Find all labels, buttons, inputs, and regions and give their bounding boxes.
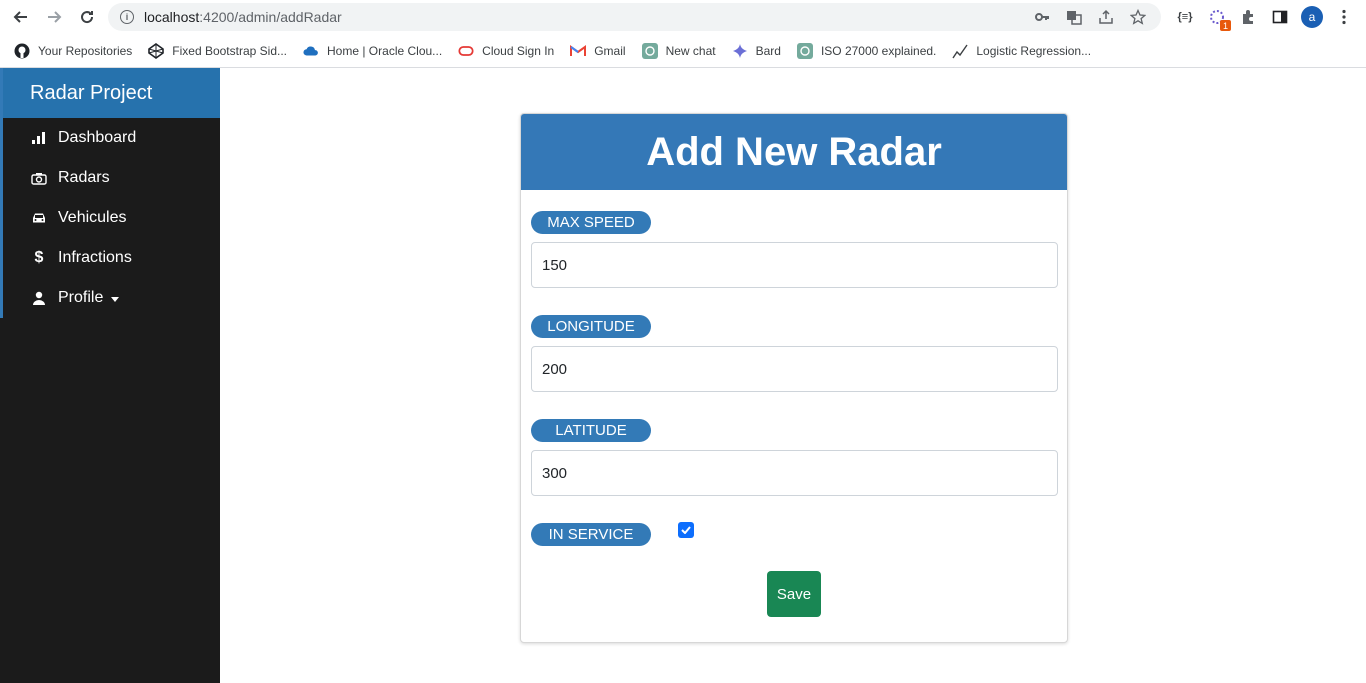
sidebar-item-vehicules[interactable]: Vehicules bbox=[0, 198, 220, 238]
bar-chart-icon bbox=[30, 132, 48, 144]
chatgpt-icon bbox=[796, 42, 813, 59]
url-text[interactable]: localhost:4200/admin/addRadar bbox=[144, 9, 342, 25]
longitude-field: LONGITUDE bbox=[531, 315, 1058, 392]
bookmark-label: Gmail bbox=[594, 43, 626, 58]
brand-title[interactable]: Radar Project bbox=[0, 68, 220, 118]
translate-icon[interactable] bbox=[1065, 8, 1083, 26]
user-icon bbox=[30, 291, 48, 305]
sidebar-item-profile[interactable]: Profile bbox=[0, 278, 220, 318]
sidebar-item-label: Profile bbox=[58, 289, 104, 306]
bookmark-cloud-sign-in[interactable]: Cloud Sign In bbox=[458, 43, 554, 59]
sidebar-item-label: Vehicules bbox=[58, 209, 127, 226]
car-icon bbox=[30, 212, 48, 224]
bookmark-bard[interactable]: Bard bbox=[732, 43, 781, 59]
url-path: :4200/admin/addRadar bbox=[199, 9, 342, 25]
camera-icon bbox=[30, 172, 48, 185]
save-button[interactable]: Save bbox=[767, 571, 821, 617]
star-icon[interactable] bbox=[1129, 8, 1147, 26]
menu-kebab-icon[interactable] bbox=[1333, 6, 1355, 28]
bookmark-label: Your Repositories bbox=[38, 43, 133, 58]
max-speed-label: MAX SPEED bbox=[531, 211, 651, 234]
chatgpt-icon bbox=[641, 42, 658, 59]
sidebar-item-label: Dashboard bbox=[58, 129, 137, 146]
browser-toolbar: i localhost:4200/admin/addRadar {≡} 1 a bbox=[0, 0, 1366, 34]
checkmark-icon bbox=[681, 526, 691, 534]
bookmark-label: Fixed Bootstrap Sid... bbox=[172, 43, 288, 58]
add-radar-card: Add New Radar MAX SPEED LONGITUDE LATITU… bbox=[520, 113, 1068, 643]
latitude-input[interactable] bbox=[531, 450, 1058, 496]
extension-badge: 1 bbox=[1220, 20, 1231, 31]
bookmark-oracle-home[interactable]: Home | Oracle Clou... bbox=[303, 43, 442, 59]
bookmark-label: Cloud Sign In bbox=[482, 43, 555, 58]
codepen-icon bbox=[148, 42, 165, 59]
latitude-label: LATITUDE bbox=[531, 419, 651, 442]
in-service-field: IN SERVICE bbox=[531, 522, 1058, 546]
cloud-icon bbox=[303, 43, 319, 59]
longitude-input[interactable] bbox=[531, 346, 1058, 392]
side-panel-icon[interactable] bbox=[1269, 6, 1291, 28]
sidebar-item-label: Radars bbox=[58, 169, 110, 186]
sidebar: Radar Project Dashboard Radars Vehicules… bbox=[0, 68, 220, 683]
github-icon bbox=[14, 43, 30, 59]
puzzle-icon[interactable] bbox=[1237, 6, 1259, 28]
bookmark-label: Logistic Regression... bbox=[976, 43, 1092, 58]
share-icon[interactable] bbox=[1097, 8, 1115, 26]
app-root: Radar Project Dashboard Radars Vehicules… bbox=[0, 68, 1366, 683]
latitude-field: LATITUDE bbox=[531, 419, 1058, 496]
back-arrow-icon[interactable] bbox=[10, 6, 32, 28]
url-host: localhost bbox=[144, 9, 200, 25]
chart-icon bbox=[952, 43, 968, 59]
max-speed-input[interactable] bbox=[531, 242, 1058, 288]
reload-icon[interactable] bbox=[76, 6, 98, 28]
bookmark-gmail[interactable]: Gmail bbox=[570, 43, 626, 59]
json-extension-icon[interactable]: {≡} bbox=[1174, 6, 1196, 28]
gmail-icon bbox=[570, 43, 587, 59]
sidebar-item-dashboard[interactable]: Dashboard bbox=[0, 118, 220, 158]
info-icon[interactable]: i bbox=[120, 10, 134, 24]
in-service-checkbox[interactable] bbox=[678, 522, 694, 538]
bookmark-label: Bard bbox=[755, 43, 781, 58]
bookmark-your-repositories[interactable]: Your Repositories bbox=[14, 43, 132, 59]
avatar[interactable]: a bbox=[1301, 6, 1323, 28]
bookmark-logistic-regression[interactable]: Logistic Regression... bbox=[952, 43, 1091, 59]
sidebar-item-infractions[interactable]: $ Infractions bbox=[0, 238, 220, 278]
sidebar-accent-bar bbox=[0, 68, 3, 318]
oracle-icon bbox=[458, 43, 474, 59]
page-title: Add New Radar bbox=[521, 114, 1067, 190]
key-icon[interactable] bbox=[1033, 8, 1051, 26]
extension-sparkle-icon[interactable]: 1 bbox=[1206, 6, 1231, 31]
chevron-down-icon bbox=[111, 296, 120, 302]
max-speed-field: MAX SPEED bbox=[531, 211, 1058, 288]
bookmark-new-chat[interactable]: New chat bbox=[641, 42, 716, 59]
bookmark-fixed-bootstrap[interactable]: Fixed Bootstrap Sid... bbox=[148, 42, 288, 59]
bookmark-iso-27000[interactable]: ISO 27000 explained. bbox=[796, 42, 937, 59]
bookmarks-bar: Your Repositories Fixed Bootstrap Sid...… bbox=[0, 34, 1366, 68]
bookmark-label: ISO 27000 explained. bbox=[820, 43, 937, 58]
dollar-icon: $ bbox=[34, 249, 44, 266]
bookmark-label: New chat bbox=[665, 43, 716, 58]
forward-arrow-icon[interactable] bbox=[43, 6, 65, 28]
longitude-label: LONGITUDE bbox=[531, 315, 651, 338]
in-service-label: IN SERVICE bbox=[531, 523, 651, 546]
sidebar-item-label: Infractions bbox=[58, 249, 132, 266]
bard-icon bbox=[732, 43, 748, 59]
sidebar-item-radars[interactable]: Radars bbox=[0, 158, 220, 198]
main-content: Add New Radar MAX SPEED LONGITUDE LATITU… bbox=[220, 68, 1366, 683]
bookmark-label: Home | Oracle Clou... bbox=[327, 43, 443, 58]
address-bar[interactable]: i localhost:4200/admin/addRadar bbox=[108, 3, 1161, 31]
